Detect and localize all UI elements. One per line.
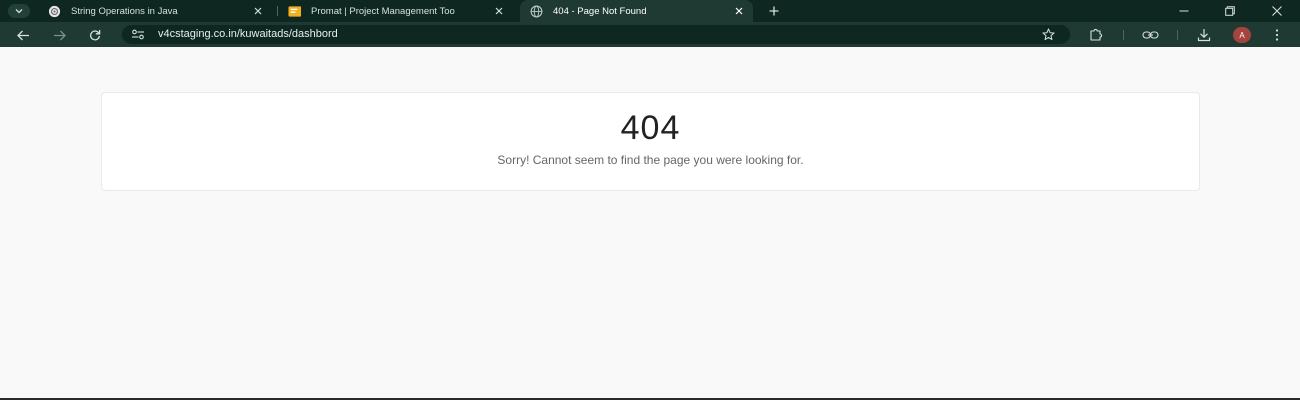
reload-button[interactable]: [87, 27, 103, 43]
page-viewport: 404 Sorry! Cannot seem to find the page …: [0, 47, 1300, 400]
restore-button[interactable]: [1222, 3, 1238, 19]
chevron-down-icon: [15, 9, 23, 14]
toolbar-separator: [1123, 30, 1124, 40]
profile-avatar[interactable]: A: [1233, 27, 1251, 43]
back-button[interactable]: [15, 27, 31, 43]
extensions-button[interactable]: [1087, 26, 1105, 44]
arrow-right-icon: [53, 30, 66, 40]
minimize-icon: [1179, 10, 1189, 12]
error-card: 404 Sorry! Cannot seem to find the page …: [101, 92, 1200, 191]
address-bar[interactable]: v4cstaging.co.in/kuwaitads/dashbord: [122, 25, 1070, 44]
error-message: Sorry! Cannot seem to find the page you …: [497, 153, 804, 167]
link-icon: [1141, 31, 1159, 39]
menu-button[interactable]: [1268, 26, 1286, 44]
downloads-button[interactable]: [1195, 26, 1213, 44]
close-window-button[interactable]: [1269, 3, 1285, 19]
tab-promat[interactable]: Promat | Project Management Too: [280, 0, 513, 22]
more-vertical-icon: [1275, 29, 1279, 41]
close-tab-icon[interactable]: [493, 5, 505, 17]
plus-icon: [769, 6, 779, 16]
tab-title: 404 - Page Not Found: [553, 5, 647, 17]
link-extension-button[interactable]: [1141, 26, 1159, 44]
arrow-left-icon: [16, 30, 29, 40]
new-tab-button[interactable]: [767, 4, 781, 18]
promat-favicon-icon: [288, 5, 301, 17]
reload-icon: [89, 30, 101, 41]
browser-toolbar: v4cstaging.co.in/kuwaitads/dashbord A: [0, 22, 1300, 47]
forward-button[interactable]: [51, 27, 67, 43]
site-settings-icon[interactable]: [131, 28, 145, 41]
tab-separator: [277, 6, 278, 16]
url-text[interactable]: v4cstaging.co.in/kuwaitads/dashbord: [158, 28, 338, 40]
tab-strip: String Operations in Java Promat | Proje…: [0, 0, 1300, 22]
globe-favicon-icon: [530, 5, 543, 17]
globe-favicon-icon: [48, 5, 61, 17]
tab-404-page[interactable]: 404 - Page Not Found: [520, 0, 753, 22]
error-code: 404: [620, 109, 681, 147]
tab-title: Promat | Project Management Too: [311, 5, 455, 17]
tab-title: String Operations in Java: [71, 5, 178, 17]
tab-search-button[interactable]: [8, 4, 30, 18]
close-tab-icon[interactable]: [252, 5, 264, 17]
bookmark-star-icon[interactable]: [1041, 27, 1056, 42]
minimize-button[interactable]: [1176, 3, 1192, 19]
download-icon: [1197, 29, 1211, 42]
puzzle-icon: [1090, 28, 1103, 41]
tab-string-operations[interactable]: String Operations in Java: [40, 0, 272, 22]
close-icon: [1272, 6, 1282, 16]
toolbar-separator: [1177, 30, 1178, 40]
avatar-initial: A: [1239, 30, 1245, 40]
restore-icon: [1225, 6, 1235, 16]
close-tab-icon[interactable]: [733, 5, 745, 17]
